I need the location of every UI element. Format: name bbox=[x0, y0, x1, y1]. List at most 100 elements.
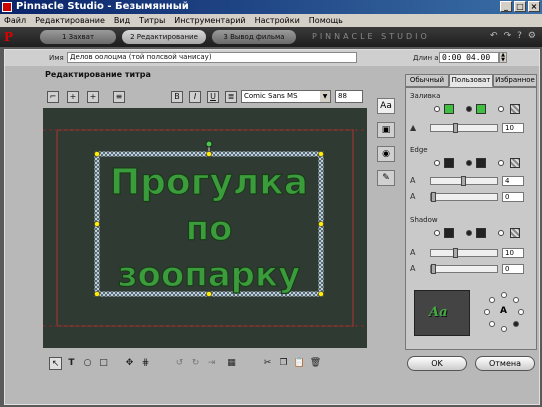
menu-view[interactable]: Вид bbox=[114, 14, 130, 27]
direction-nw[interactable] bbox=[489, 297, 495, 303]
align-left-icon[interactable]: ⌐ bbox=[47, 91, 59, 103]
direction-n[interactable] bbox=[501, 292, 507, 298]
cancel-button[interactable]: Отмена bbox=[475, 356, 535, 371]
edge-size-thumb[interactable] bbox=[461, 176, 466, 186]
fill-transparent-swatch[interactable] bbox=[510, 104, 520, 114]
tab-edit[interactable]: 2 Редактирование bbox=[122, 30, 206, 44]
redo-icon[interactable]: ↷ bbox=[504, 31, 512, 41]
close-button[interactable]: × bbox=[528, 1, 540, 12]
menu-titles[interactable]: Титры bbox=[139, 14, 165, 27]
resize-handle-se[interactable] bbox=[318, 291, 324, 297]
edge-radio-transparent[interactable] bbox=[498, 160, 504, 166]
resize-handle-ne[interactable] bbox=[318, 151, 324, 157]
title-name-field[interactable]: Делов оолоцма (той полсвой чанисау) bbox=[67, 52, 357, 63]
fill-radio-solid[interactable] bbox=[466, 106, 472, 112]
edge-color-swatch[interactable] bbox=[444, 158, 454, 168]
minimize-button[interactable]: _ bbox=[500, 1, 512, 12]
rect-tool-icon[interactable]: □ bbox=[97, 357, 110, 370]
title-canvas[interactable]: Прогулка по зоопарку bbox=[43, 108, 367, 348]
ok-button[interactable]: OK bbox=[407, 356, 467, 371]
tab-favorites[interactable]: Избранное bbox=[493, 74, 537, 87]
image-icon[interactable]: ◉ bbox=[377, 146, 395, 162]
grid-icon[interactable]: ▦ bbox=[225, 357, 238, 370]
align-objects-icon[interactable]: ⋕ bbox=[139, 357, 152, 370]
fill-slider-thumb[interactable] bbox=[453, 123, 458, 133]
fill-value-field[interactable]: 10 bbox=[502, 123, 524, 133]
select-arrow-icon[interactable]: ↖ bbox=[49, 357, 62, 370]
direction-se[interactable] bbox=[513, 321, 519, 327]
title-line-1[interactable]: Прогулка bbox=[109, 161, 308, 203]
fill-radio-transparent[interactable] bbox=[498, 106, 504, 112]
direction-sw[interactable] bbox=[489, 321, 495, 327]
text-style-icon[interactable]: Aa bbox=[377, 98, 395, 114]
font-select[interactable]: Comic Sans MS ▼ bbox=[241, 90, 331, 103]
justify-icon[interactable]: ≡ bbox=[113, 91, 125, 103]
move-icon[interactable]: ✥ bbox=[123, 357, 136, 370]
menu-file[interactable]: Файл bbox=[4, 14, 26, 27]
fill-gradient-swatch[interactable] bbox=[476, 104, 486, 114]
shadow-distance-field[interactable]: 10 bbox=[502, 248, 524, 258]
resize-handle-sw[interactable] bbox=[94, 291, 100, 297]
copy-icon[interactable]: ❐ bbox=[277, 357, 290, 370]
duration-field[interactable]: 0:00 04.00 bbox=[439, 52, 499, 63]
chevron-down-icon[interactable]: ▼ bbox=[320, 91, 330, 102]
paste-icon[interactable]: 📋 bbox=[293, 357, 306, 370]
title-line-3[interactable]: зоопарку bbox=[117, 254, 301, 295]
resize-handle-nw[interactable] bbox=[94, 151, 100, 157]
edge-size-slider[interactable] bbox=[430, 176, 498, 186]
edge-size-field[interactable]: 4 bbox=[502, 176, 524, 186]
shadow-color-swatch[interactable] bbox=[444, 228, 454, 238]
tab-standard[interactable]: Обычный bbox=[405, 74, 449, 87]
edge-softness-thumb[interactable] bbox=[431, 192, 436, 202]
text-tool-icon[interactable]: T bbox=[65, 357, 78, 370]
tab-capture[interactable]: 1 Захват bbox=[40, 30, 116, 44]
shadow-radio-none[interactable] bbox=[434, 230, 440, 236]
bold-icon[interactable]: B bbox=[171, 91, 183, 103]
ellipse-tool-icon[interactable]: ○ bbox=[81, 357, 94, 370]
undo-icon[interactable]: ↶ bbox=[490, 31, 498, 41]
maximize-button[interactable]: □ bbox=[514, 1, 526, 12]
menu-help[interactable]: Помощь bbox=[309, 14, 343, 27]
fill-radio-none[interactable] bbox=[434, 106, 440, 112]
cut-icon[interactable]: ✂ bbox=[261, 357, 274, 370]
help-icon[interactable]: ? bbox=[517, 31, 522, 41]
direction-w[interactable] bbox=[484, 309, 490, 315]
title-line-2[interactable]: по bbox=[185, 208, 233, 249]
fill-slider[interactable] bbox=[430, 123, 498, 133]
rotate-handle[interactable] bbox=[205, 140, 213, 148]
align-center-icon[interactable]: + bbox=[67, 91, 79, 103]
effects-icon[interactable]: ✎ bbox=[377, 170, 395, 186]
edge-radio-none[interactable] bbox=[434, 160, 440, 166]
shadow-transparent-swatch[interactable] bbox=[510, 228, 520, 238]
edge-gradient-swatch[interactable] bbox=[476, 158, 486, 168]
underline-icon[interactable]: U bbox=[207, 91, 219, 103]
rotate-right-icon[interactable]: ↻ bbox=[189, 357, 202, 370]
menu-edit[interactable]: Редактирование bbox=[35, 14, 105, 27]
shadow-softness-slider[interactable] bbox=[430, 264, 498, 274]
menu-settings[interactable]: Настройки bbox=[255, 14, 300, 27]
delete-icon[interactable]: 🗑 bbox=[309, 357, 322, 370]
shadow-distance-thumb[interactable] bbox=[453, 248, 458, 258]
settings-icon[interactable]: ⚙ bbox=[528, 31, 536, 41]
resize-handle-e[interactable] bbox=[318, 221, 324, 227]
menu-tools[interactable]: Инструментарий bbox=[174, 14, 245, 27]
edge-transparent-swatch[interactable] bbox=[510, 158, 520, 168]
resize-handle-n[interactable] bbox=[206, 151, 212, 157]
distribute-icon[interactable]: ⇥ bbox=[205, 357, 218, 370]
shadow-radio-solid[interactable] bbox=[466, 230, 472, 236]
tab-custom[interactable]: Пользоват bbox=[449, 74, 493, 87]
direction-e[interactable] bbox=[518, 309, 524, 315]
duration-spinner[interactable]: ▲ ▼ bbox=[499, 52, 507, 63]
align-right-icon[interactable]: + bbox=[87, 91, 99, 103]
shadow-gradient-swatch[interactable] bbox=[476, 228, 486, 238]
edge-softness-field[interactable]: 0 bbox=[502, 192, 524, 202]
italic-icon[interactable]: I bbox=[189, 91, 201, 103]
shadow-softness-field[interactable]: 0 bbox=[502, 264, 524, 274]
tab-make-movie[interactable]: 3 Вывод фильма bbox=[212, 30, 296, 44]
font-size-select[interactable]: 88 bbox=[335, 90, 363, 103]
shadow-softness-thumb[interactable] bbox=[431, 264, 436, 274]
fill-color-swatch[interactable] bbox=[444, 104, 454, 114]
direction-s[interactable] bbox=[501, 326, 507, 332]
rotate-left-icon[interactable]: ↺ bbox=[173, 357, 186, 370]
text-align-icon[interactable]: ≣ bbox=[225, 91, 237, 103]
